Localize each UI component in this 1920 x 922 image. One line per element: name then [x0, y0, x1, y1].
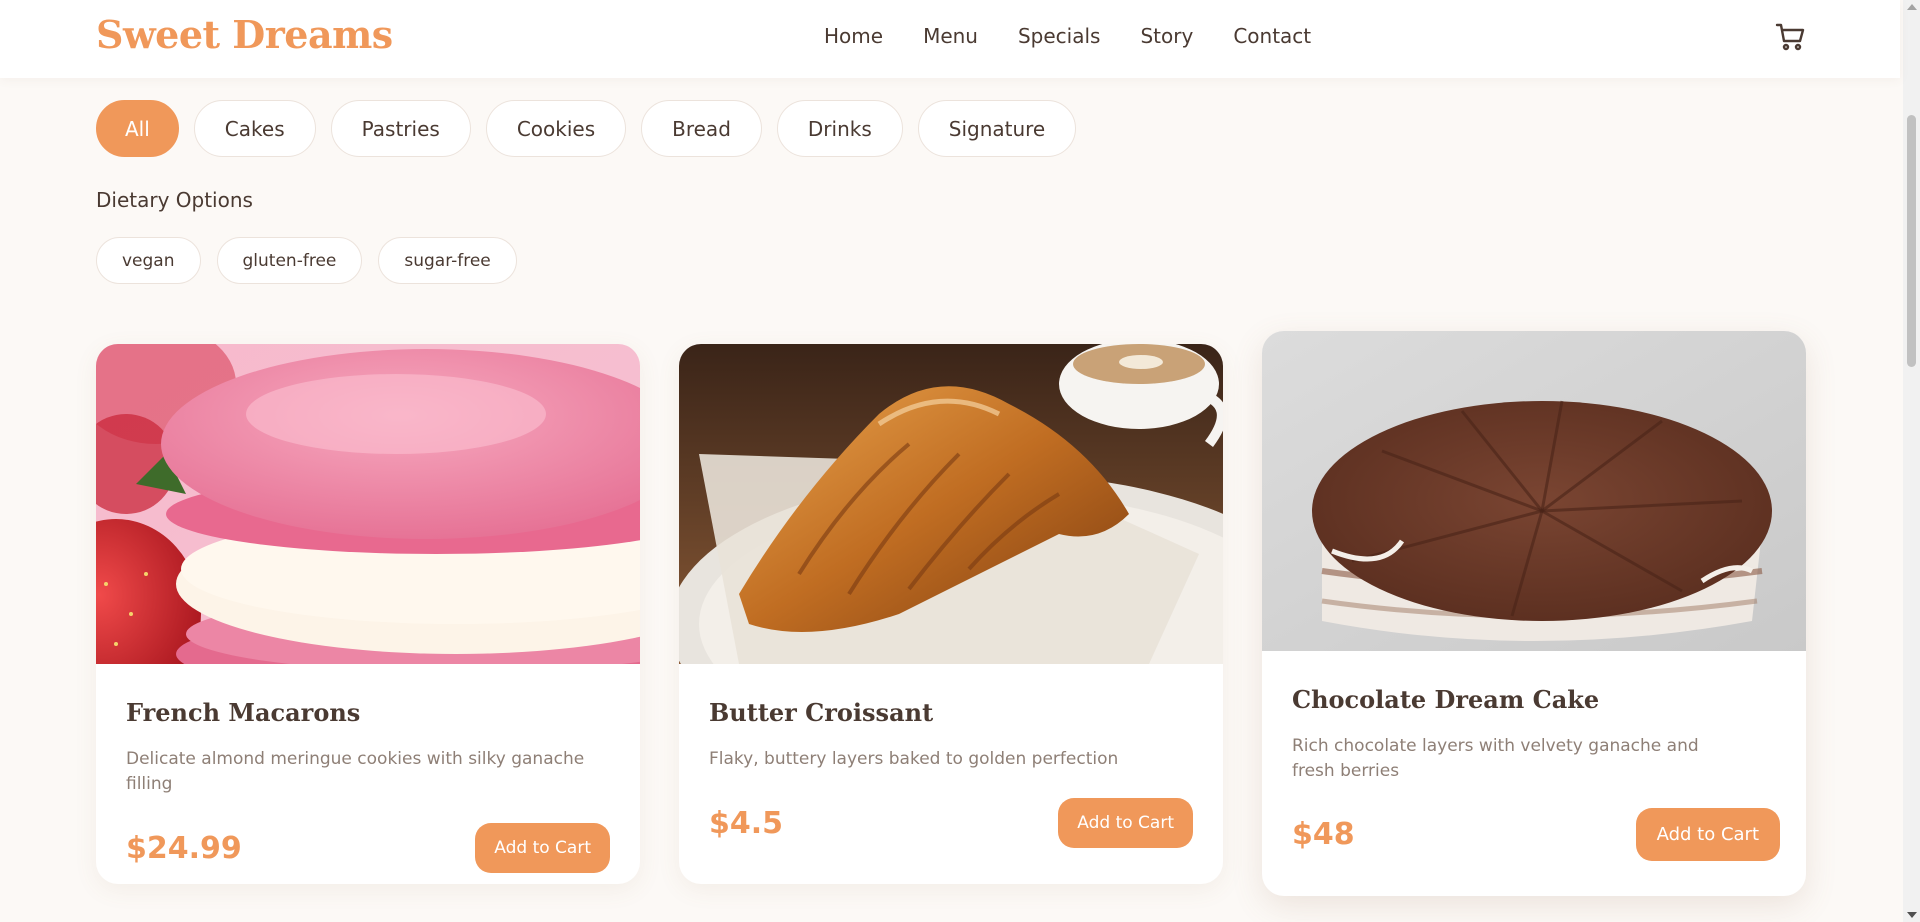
site-logo[interactable]: Sweet Dreams — [96, 12, 393, 57]
category-drinks[interactable]: Drinks — [776, 100, 903, 157]
product-name[interactable]: French Macarons — [126, 698, 610, 727]
category-cookies[interactable]: Cookies — [485, 100, 627, 157]
product-description: Delicate almond meringue cookies with si… — [126, 749, 585, 794]
add-to-cart-button[interactable]: Add to Cart — [1058, 798, 1193, 848]
pink-macaron-photo[interactable] — [96, 344, 640, 664]
dietary-filter: vegan gluten-free sugar-free — [96, 237, 533, 284]
chocolate-cake-photo[interactable] — [1262, 331, 1806, 651]
nav-menu[interactable]: Menu — [923, 24, 978, 48]
croissant-and-coffee-photo[interactable] — [679, 344, 1223, 664]
nav-specials[interactable]: Specials — [1018, 24, 1100, 48]
product-name[interactable]: Chocolate Dream Cake — [1292, 685, 1776, 714]
dietary-sugar-free[interactable]: sugar-free — [378, 237, 517, 284]
category-pastries[interactable]: Pastries — [330, 100, 471, 157]
scrollbar-thumb[interactable] — [1907, 115, 1916, 367]
card-body: French Macarons Delicate almond meringue… — [96, 698, 640, 873]
product-price: $48 — [1292, 817, 1355, 852]
scroll-down-icon[interactable] — [1907, 912, 1917, 918]
card-body: Chocolate Dream Cake Rich chocolate laye… — [1262, 685, 1806, 861]
card-footer: $24.99 Add to Cart — [126, 823, 610, 873]
add-to-cart-button[interactable]: Add to Cart — [475, 823, 610, 873]
page-scrollbar[interactable] — [1903, 0, 1920, 922]
product-price: $4.5 — [709, 805, 784, 841]
category-filter: All Cakes Pastries Cookies Bread Drinks … — [96, 100, 1091, 157]
card-body: Butter Croissant Flaky, buttery layers b… — [679, 698, 1223, 848]
product-card: Chocolate Dream Cake Rich chocolate laye… — [1262, 331, 1806, 896]
dietary-vegan[interactable]: vegan — [96, 237, 201, 284]
main-nav: Home Menu Specials Story Contact — [824, 0, 1351, 72]
dietary-options-heading: Dietary Options — [96, 188, 253, 212]
add-to-cart-button[interactable]: Add to Cart — [1635, 808, 1780, 861]
category-bread[interactable]: Bread — [641, 100, 762, 157]
nav-home[interactable]: Home — [824, 24, 883, 48]
category-signature[interactable]: Signature — [917, 100, 1077, 157]
product-card: Butter Croissant Flaky, buttery layers b… — [679, 344, 1223, 884]
nav-contact[interactable]: Contact — [1233, 24, 1311, 48]
dietary-gluten-free[interactable]: gluten-free — [216, 237, 363, 284]
site-header: Sweet Dreams Home Menu Specials Story Co… — [0, 0, 1900, 78]
category-cakes[interactable]: Cakes — [193, 100, 316, 157]
product-name[interactable]: Butter Croissant — [709, 698, 1193, 727]
product-price: $24.99 — [126, 830, 242, 866]
card-footer: $4.5 Add to Cart — [709, 798, 1193, 848]
card-footer: $48 Add to Cart — [1292, 808, 1780, 861]
product-description: Rich chocolate layers with velvety ganac… — [1292, 736, 1699, 781]
category-all[interactable]: All — [96, 100, 179, 157]
product-card: French Macarons Delicate almond meringue… — [96, 344, 640, 884]
shopping-cart-icon[interactable] — [1774, 20, 1806, 52]
scroll-up-icon[interactable] — [1907, 4, 1917, 10]
product-description: Flaky, buttery layers baked to golden pe… — [709, 749, 1119, 769]
nav-story[interactable]: Story — [1140, 24, 1193, 48]
